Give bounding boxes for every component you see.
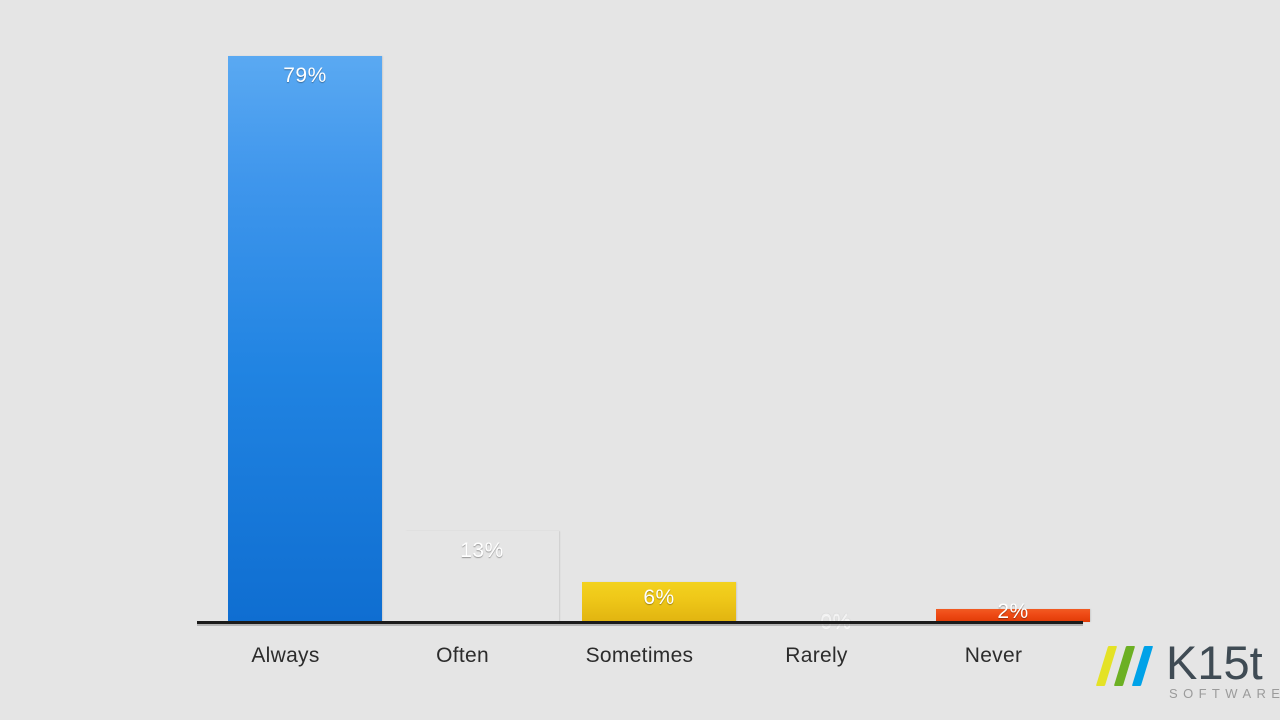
category-label-often: Often: [436, 644, 489, 667]
category-label-sometimes: Sometimes: [585, 644, 694, 667]
logo-slashes-icon: [1095, 646, 1160, 686]
category-label-rarely: Rarely: [785, 644, 848, 667]
bar-often[interactable]: 13%: [405, 531, 559, 622]
logo-wordmark: K15t: [1166, 636, 1263, 689]
bar-always[interactable]: 79%: [228, 56, 382, 622]
bar-chart: 79% Always 13% Often 6% Sometimes 0% Rar…: [0, 0, 1280, 720]
bar-column-rarely: 0% Rarely: [728, 30, 905, 667]
category-label-always: Always: [251, 644, 320, 667]
bar-value-often: 13%: [460, 539, 504, 562]
slide-canvas: 79% Always 13% Often 6% Sometimes 0% Rar…: [0, 0, 1280, 720]
logo-sub-wordmark: SOFTWARE: [1169, 686, 1280, 701]
bar-sometimes[interactable]: 6%: [582, 582, 736, 622]
x-axis-line-shadow: [197, 624, 1083, 626]
bar-column-never: 2% Never: [905, 30, 1090, 667]
bar-value-always: 79%: [283, 64, 327, 87]
logo-slash-blue-icon: [1131, 646, 1154, 686]
bar-column-often: 13% Often: [374, 30, 551, 667]
category-label-never: Never: [964, 644, 1023, 667]
bar-column-always: 79% Always: [197, 30, 382, 667]
bar-value-sometimes: 6%: [643, 586, 675, 609]
plot-area: 79% Always 13% Often 6% Sometimes 0% Rar…: [197, 30, 1090, 667]
logo-slash-green-icon: [1113, 646, 1136, 686]
k15t-software-logo: K15t SOFTWARE: [1095, 636, 1280, 702]
logo-slash-yellow-icon: [1095, 646, 1118, 686]
bar-column-sometimes: 6% Sometimes: [551, 30, 736, 667]
